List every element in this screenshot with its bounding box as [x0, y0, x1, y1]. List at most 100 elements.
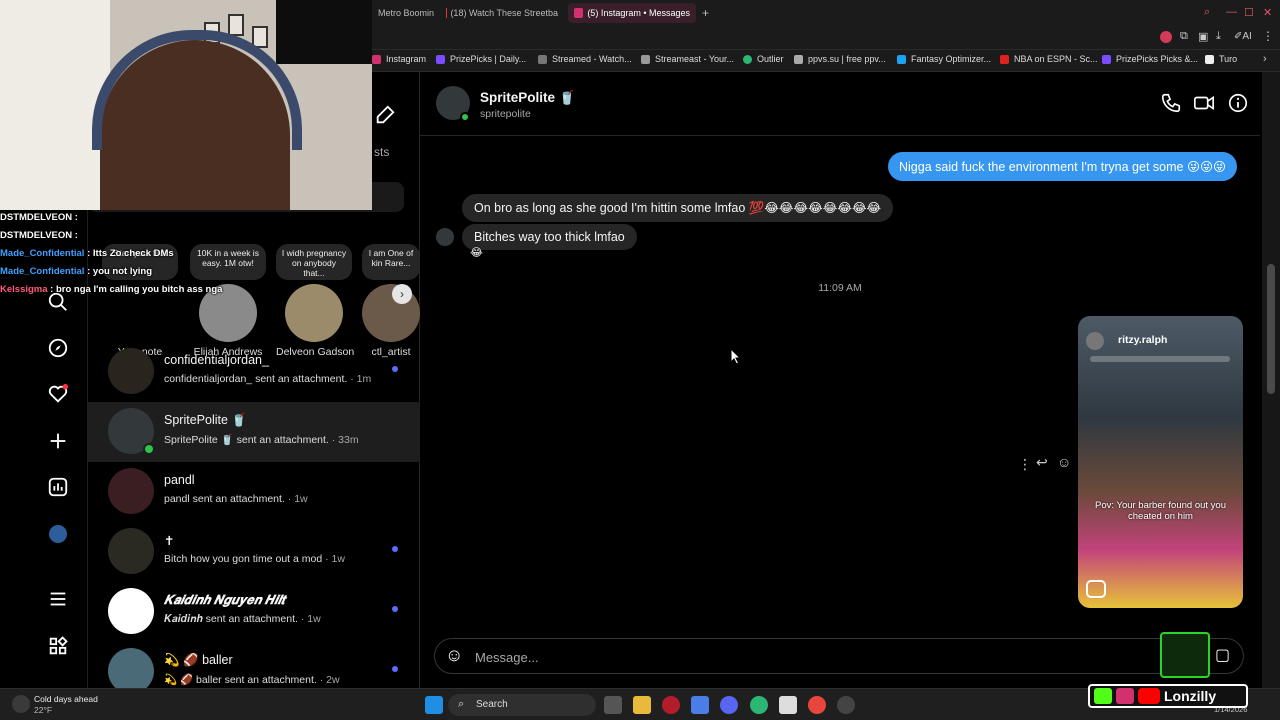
fantasy-icon: [897, 54, 906, 64]
react-emoji-icon[interactable]: ☺: [1057, 454, 1071, 470]
dashboard-nav[interactable]: [44, 473, 72, 501]
bookmark-fantasy-optimizer[interactable]: Fantasy Optimizer...: [897, 54, 991, 64]
puzzle-icon[interactable]: ⧉: [1180, 30, 1188, 43]
sidebar-icon[interactable]: ▣: [1198, 30, 1208, 43]
task-view-icon[interactable]: [604, 696, 622, 714]
new-message-button[interactable]: [374, 104, 396, 131]
emoji-picker-icon[interactable]: ☺: [445, 645, 463, 666]
video-icon: [1194, 95, 1214, 111]
plus-icon: [50, 433, 66, 449]
avatar: [108, 588, 154, 634]
bookmark-outlier[interactable]: Outlier: [743, 54, 784, 64]
conversation-item-selected[interactable]: SpritePolite 🥤 SpritePolite 🥤 sent an at…: [88, 402, 420, 462]
explore-nav[interactable]: [44, 334, 72, 362]
requests-link[interactable]: sts: [374, 145, 389, 159]
online-indicator: [143, 443, 155, 455]
sticker-icon[interactable]: ▢: [1215, 645, 1230, 665]
download-icon[interactable]: ⤓: [1216, 30, 1221, 43]
conversation-item[interactable]: pandl pandl sent an attachment. · 1w: [88, 462, 420, 522]
chat-title[interactable]: SpritePolite 🥤: [480, 90, 576, 106]
copilot-icon[interactable]: [691, 696, 709, 714]
bookmarks-overflow-icon[interactable]: ›: [1263, 53, 1267, 65]
more-nav[interactable]: [44, 585, 72, 613]
minimize-icon[interactable]: —: [1226, 6, 1237, 18]
bookmark-prizepicks[interactable]: PrizePicks | Daily...: [436, 54, 526, 64]
tv-screen: [276, 0, 372, 64]
espn-icon: [1000, 54, 1009, 64]
mouse-cursor: [730, 347, 743, 370]
app-icon[interactable]: [750, 696, 768, 714]
note-item[interactable]: I widh pregnancy on anybody that... Delv…: [276, 244, 354, 358]
conversation-item[interactable]: 𝑲𝒂𝒊𝒅𝒊𝒏𝒉 𝑵𝒈𝒖𝒚𝒆𝒏 𝑯𝒊𝒍𝒕 𝑲𝒂𝒊𝒅𝒊𝒏𝒉 sent an atta…: [88, 582, 420, 642]
document-icon: [641, 54, 650, 64]
new-tab-button[interactable]: +: [696, 3, 716, 23]
prizepicks-icon: [436, 54, 445, 64]
chrome-icon[interactable]: [808, 696, 826, 714]
conversation-item[interactable]: ✝ Bitch how you gon time out a mod · 1w: [88, 522, 420, 582]
extension-icon[interactable]: [1160, 31, 1172, 43]
search-tabs-icon[interactable]: ⌕: [1204, 6, 1210, 19]
weather-title[interactable]: Cold days ahead: [34, 694, 98, 704]
chat-line: DSTMDELVEON :: [0, 212, 78, 223]
also-from-meta-nav[interactable]: [44, 632, 72, 660]
taskbar-search[interactable]: ⌕ Search: [448, 694, 596, 716]
instagram-icon: [574, 8, 584, 18]
bookmark-espn[interactable]: NBA on ESPN - Sc...: [1000, 54, 1098, 64]
bookmark-prizepicks-picks[interactable]: PrizePicks Picks &...: [1102, 54, 1198, 64]
page-scrollbar[interactable]: [1262, 72, 1280, 688]
conversation-item[interactable]: 💫 🏈 baller 💫 🏈 baller sent an attachment…: [88, 642, 420, 688]
file-explorer-icon[interactable]: [633, 696, 651, 714]
unread-dot: [392, 606, 398, 612]
turo-icon: [1205, 54, 1214, 64]
scrollbar-thumb[interactable]: [1267, 264, 1275, 394]
message-more-icon[interactable]: ⋮: [1018, 456, 1032, 473]
heart-icon: [48, 383, 69, 403]
obs-icon[interactable]: [837, 696, 855, 714]
capcut-icon[interactable]: [779, 696, 797, 714]
audio-call-button[interactable]: [1160, 92, 1182, 119]
profile-nav[interactable]: [44, 520, 72, 548]
tab-youtube[interactable]: (18) Watch These Streetba: [440, 3, 564, 23]
notifications-nav[interactable]: [44, 380, 72, 408]
note-item[interactable]: I am One of kin Rare... ctl_artist: [362, 244, 420, 358]
bookmark-turo[interactable]: Turo: [1205, 54, 1237, 64]
reaction-emoji[interactable]: 😂: [470, 246, 483, 259]
weather-icon[interactable]: [12, 695, 30, 713]
bookmark-streamed[interactable]: Streamed - Watch...: [538, 54, 632, 64]
maximize-icon[interactable]: ☐: [1244, 6, 1254, 19]
reply-icon[interactable]: ↩: [1036, 454, 1048, 471]
ppvs-icon: [794, 54, 803, 64]
tab-metro-boomin[interactable]: Metro Boomin: [372, 3, 436, 23]
phone-icon: [1161, 93, 1181, 113]
avatar: [108, 348, 154, 394]
notes-next-button[interactable]: ›: [392, 284, 412, 304]
ai-button[interactable]: ✐AI: [1234, 31, 1252, 42]
prizepicks-icon: [1102, 54, 1111, 64]
wall-frame: [228, 14, 244, 36]
create-nav[interactable]: [44, 427, 72, 455]
more-icon[interactable]: ⋮: [1262, 29, 1274, 43]
door: [0, 0, 110, 210]
bookmark-streameast[interactable]: Streameast - Your...: [641, 54, 734, 64]
bookmark-instagram[interactable]: Instagram: [372, 54, 426, 64]
tab-instagram-messages[interactable]: (5) Instagram • Messages: [568, 3, 696, 23]
conversation-info-button[interactable]: [1227, 92, 1249, 119]
message-bubble-incoming[interactable]: On bro as long as she good I'm hittin so…: [462, 194, 894, 222]
reel-attachment[interactable]: ritzy.ralph Pov: Your barber found out y…: [1078, 316, 1243, 608]
chat-line: Made_Confidential : you not lying: [0, 266, 153, 277]
message-bubble-outgoing[interactable]: Nigga said fuck the environment I'm tryn…: [888, 152, 1238, 181]
chat-header: SpritePolite 🥤 spritepolite: [420, 72, 1260, 136]
windows-start-icon[interactable]: [425, 696, 443, 714]
instagram-icon: [1116, 688, 1134, 704]
close-window-icon[interactable]: ✕: [1263, 6, 1272, 19]
bookmark-ppvs[interactable]: ppvs.su | free ppv...: [794, 54, 886, 64]
opera-icon[interactable]: [662, 696, 680, 714]
conversation-item[interactable]: confidentialjordan_ confidentialjordan_ …: [88, 342, 420, 402]
video-call-button[interactable]: [1193, 92, 1215, 119]
message-input[interactable]: [475, 647, 1075, 667]
message-bubble-incoming[interactable]: Bitches way too thick lmfao: [462, 224, 637, 250]
outlier-icon: [743, 54, 752, 64]
channel-name: Lonzilly: [1164, 688, 1217, 704]
discord-icon[interactable]: [720, 696, 738, 714]
chat-line: DSTMDELVEON :: [0, 230, 78, 241]
